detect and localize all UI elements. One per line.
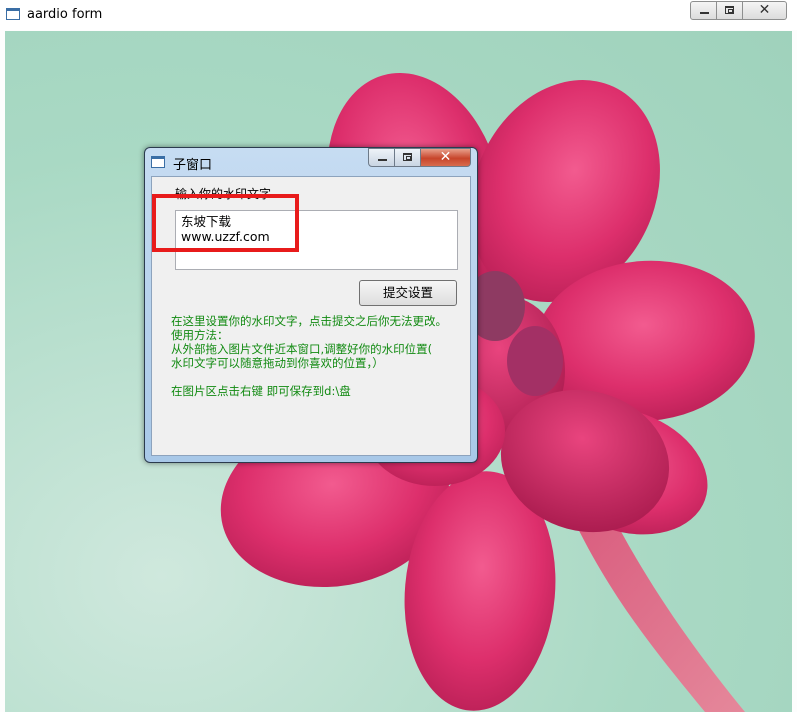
main-window: aardio form ✕ 子窗口 ✕ 输入你的水印文字 东坡下载 www.uz… — [0, 0, 797, 712]
help-text: 在这里设置你的水印文字，点击提交之后你无法更改。 使用方法： 从外部拖入图片文件… — [171, 314, 469, 398]
maximize-button[interactable] — [717, 1, 743, 20]
maximize-icon — [403, 153, 412, 161]
close-button[interactable]: ✕ — [743, 1, 787, 20]
minimize-button[interactable] — [690, 1, 717, 20]
child-maximize-button[interactable] — [395, 148, 421, 167]
window-title: aardio form — [27, 7, 103, 22]
close-icon: ✕ — [758, 2, 771, 18]
child-close-button[interactable]: ✕ — [421, 148, 471, 167]
child-titlebar[interactable]: 子窗口 ✕ — [145, 148, 477, 176]
close-icon: ✕ — [439, 149, 452, 165]
child-window-title: 子窗口 — [173, 158, 213, 173]
help-line: 水印文字可以随意拖动到你喜欢的位置，） — [171, 356, 384, 370]
help-line: 在图片区点击右键 即可保存到d:\盘 — [171, 384, 351, 398]
submit-settings-button[interactable]: 提交设置 — [359, 280, 457, 306]
help-line: 在这里设置你的水印文字，点击提交之后你无法更改。 — [171, 314, 447, 328]
window-icon — [6, 8, 20, 20]
help-line: 从外部拖入图片文件近本窗口,调整好你的水印位置( — [171, 342, 433, 356]
window-icon — [151, 156, 165, 168]
main-titlebar[interactable]: aardio form ✕ — [0, 0, 797, 30]
help-line: 使用方法： — [171, 328, 229, 342]
child-minimize-button[interactable] — [368, 148, 395, 167]
child-window-controls: ✕ — [368, 148, 473, 167]
help-spacer — [171, 370, 469, 384]
maximize-icon — [725, 6, 734, 14]
window-controls: ✕ — [690, 1, 792, 21]
minimize-icon — [378, 159, 387, 161]
minimize-icon — [700, 12, 709, 14]
annotation-highlight-box — [152, 194, 299, 252]
